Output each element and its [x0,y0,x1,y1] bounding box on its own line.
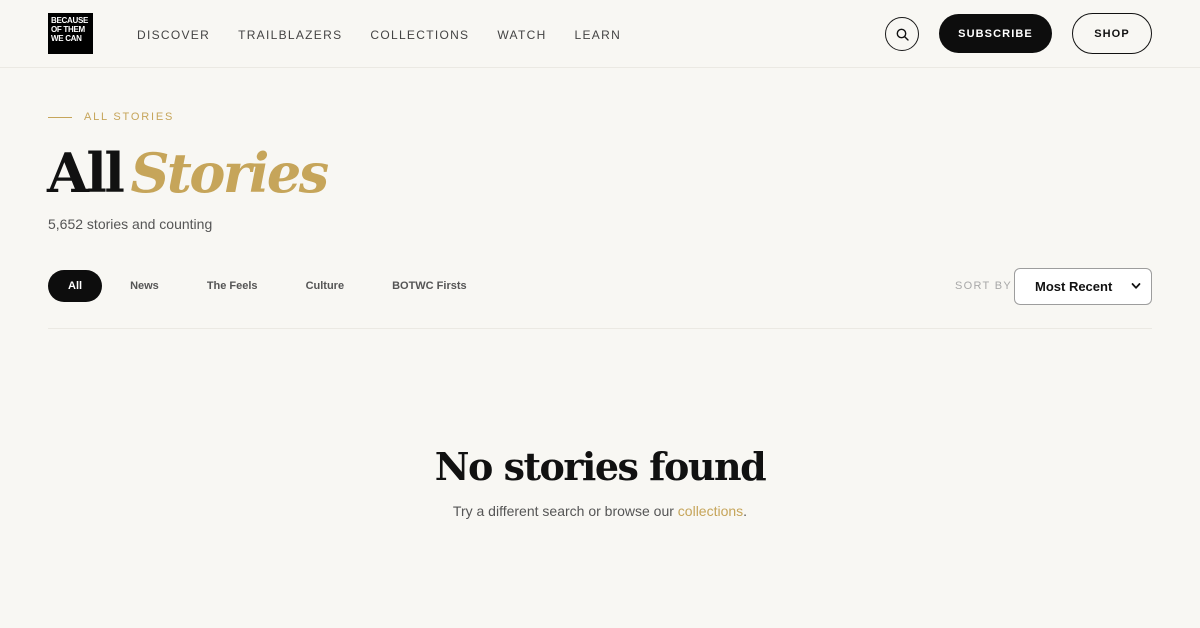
filter-the-feels[interactable]: The Feels [187,270,278,302]
shop-button[interactable]: SHOP [1072,13,1152,54]
page-title-plain: All [47,141,125,205]
nav-watch[interactable]: WATCH [497,27,546,43]
search-icon [896,28,909,41]
filter-botwc-firsts[interactable]: BOTWC Firsts [372,270,487,302]
brand-logo[interactable]: BECAUSE OF THEM WE CAN [48,13,93,54]
logo-line-3: WE CAN [51,34,82,43]
nav-discover[interactable]: DISCOVER [137,27,210,43]
empty-text-before: Try a different search or browse our [452,503,678,519]
story-count: 5,652 stories and counting [48,216,213,232]
sort-label: SORT BY [955,280,1012,292]
chevron-down-icon [1131,283,1141,289]
collections-link[interactable]: collections [678,503,743,519]
nav-collections[interactable]: COLLECTIONS [370,27,469,43]
page-title-accent: Stories [130,141,329,205]
sort-select[interactable]: Most Recent [1014,268,1152,305]
subscribe-button[interactable]: SUBSCRIBE [939,14,1052,53]
main-nav: DISCOVER TRAILBLAZERS COLLECTIONS WATCH … [137,27,649,43]
eyebrow: ALL STORIES [48,111,174,123]
search-button[interactable] [885,17,919,51]
logo-line-1: BECAUSE [51,16,89,25]
logo-line-2: OF THEM [51,25,85,34]
eyebrow-line [48,116,72,118]
filter-news[interactable]: News [110,270,179,302]
nav-learn[interactable]: LEARN [575,27,622,43]
eyebrow-text: ALL STORIES [84,111,175,123]
site-header: BECAUSE OF THEM WE CAN DISCOVER TRAILBLA… [0,0,1200,68]
empty-state-text: Try a different search or browse our col… [0,503,1200,519]
category-filters: All News The Feels Culture BOTWC Firsts [48,270,495,302]
filter-divider [48,328,1152,329]
filter-culture[interactable]: Culture [286,270,365,302]
empty-state-title: No stories found [434,444,767,489]
empty-text-after: . [743,503,748,519]
sort-value: Most Recent [1035,279,1113,294]
page-title: All Stories [47,141,329,205]
nav-trailblazers[interactable]: TRAILBLAZERS [238,27,342,43]
filter-all[interactable]: All [48,270,103,302]
